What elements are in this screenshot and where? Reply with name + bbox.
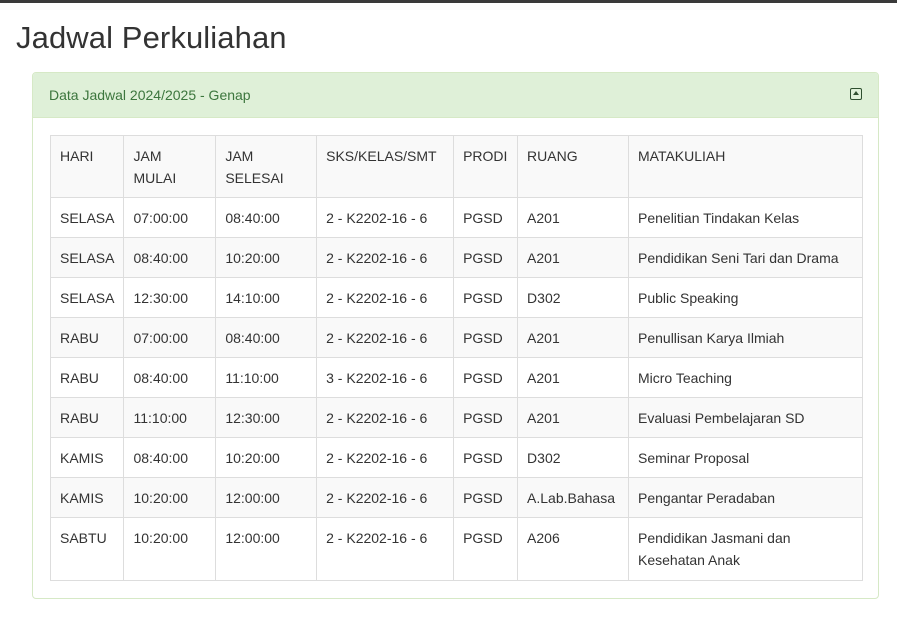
cell-jam-selesai: 12:30:00 xyxy=(215,397,318,438)
cell-jam-mulai: 07:00:00 xyxy=(123,197,217,238)
cell-hari: KAMIS xyxy=(49,477,125,518)
header-row: HARI JAM MULAI JAM SELESAI SKS/KELAS/SMT PRODI… xyxy=(49,135,863,198)
cell-sks-kelas-smt: 2 - K2202-16 - 6 xyxy=(316,437,455,478)
cell-hari: SELASA xyxy=(49,237,125,278)
panel-title: Data Jadwal 2024/2025 - Genap xyxy=(49,87,251,103)
column-header-label: MATAKULIAH xyxy=(638,148,726,164)
table-row: SELASA 08:40:00 10:20:00 2 - K2202-16 - 6 PG… xyxy=(49,237,863,278)
cell-prodi: PGSD xyxy=(453,317,519,358)
cell-matakuliah: Pengantar Peradaban xyxy=(628,477,863,518)
cell-prodi: PGSD xyxy=(453,477,519,518)
cell-prodi: PGSD xyxy=(453,197,519,238)
table-row: SELASA 07:00:00 08:40:00 2 - K2202-16 - 6 PG… xyxy=(49,197,863,238)
cell-hari: SELASA xyxy=(49,277,125,318)
cell-ruang: A201 xyxy=(517,237,629,278)
cell-matakuliah: Evaluasi Pembelajaran SD xyxy=(628,397,863,438)
column-header-label: PRODI xyxy=(463,148,508,164)
schedule-table: HARI JAM MULAI JAM SELESAI SKS/KELAS/SMT PRODI… xyxy=(49,135,863,581)
cell-sks-kelas-smt: 2 - K2202-16 - 6 xyxy=(316,477,455,518)
cell-matakuliah: Public Speaking xyxy=(628,277,863,318)
cell-ruang: A201 xyxy=(517,317,629,358)
cell-jam-mulai: 12:30:00 xyxy=(123,277,217,318)
cell-sks-kelas-smt: 2 - K2202-16 - 6 xyxy=(316,317,455,358)
column-header-label: RUANG xyxy=(527,148,578,164)
cell-sks-kelas-smt: 2 - K2202-16 - 6 xyxy=(316,517,455,581)
table-row: RABU 08:40:00 11:10:00 3 - K2202-16 - 6 PGSD… xyxy=(49,357,863,398)
cell-sks-kelas-smt: 2 - K2202-16 - 6 xyxy=(316,397,455,438)
cell-jam-selesai: 08:40:00 xyxy=(215,197,318,238)
table-row: KAMIS 08:40:00 10:20:00 2 - K2202-16 - 6 PGS… xyxy=(49,437,863,478)
cell-matakuliah: Micro Teaching xyxy=(628,357,863,398)
cell-jam-selesai: 12:00:00 xyxy=(215,517,318,581)
schedule-panel: Data Jadwal 2024/2025 - Genap HARI JAM MUL… xyxy=(32,72,879,599)
cell-jam-selesai: 10:20:00 xyxy=(215,237,318,278)
table-row: RABU 07:00:00 08:40:00 2 - K2202-16 - 6 PGSD… xyxy=(49,317,863,358)
column-header-label: MULAI xyxy=(133,170,177,186)
cell-jam-selesai: 14:10:00 xyxy=(215,277,318,318)
table-row: KAMIS 10:20:00 12:00:00 2 - K2202-16 - 6 PGS… xyxy=(49,477,863,518)
cell-matakuliah: Penullisan Karya Ilmiah xyxy=(628,317,863,358)
cell-jam-selesai: 11:10:00 xyxy=(215,357,318,398)
cell-ruang: A201 xyxy=(517,397,629,438)
column-header-jam-selesai[interactable]: JAM SELESAI xyxy=(215,135,318,198)
cell-jam-mulai: 08:40:00 xyxy=(123,437,217,478)
column-header-matakuliah[interactable]: MATAKULIAH xyxy=(628,135,863,198)
cell-ruang: A206 xyxy=(517,517,629,581)
cell-matakuliah: Seminar Proposal xyxy=(628,437,863,478)
cell-jam-mulai: 10:20:00 xyxy=(123,477,217,518)
cell-jam-mulai: 08:40:00 xyxy=(123,237,217,278)
cell-jam-selesai: 12:00:00 xyxy=(215,477,318,518)
cell-sks-kelas-smt: 2 - K2202-16 - 6 xyxy=(316,277,455,318)
cell-jam-mulai: 08:40:00 xyxy=(123,357,217,398)
cell-sks-kelas-smt: 2 - K2202-16 - 6 xyxy=(316,237,455,278)
cell-ruang: A201 xyxy=(517,197,629,238)
page-title: Jadwal Perkuliahan xyxy=(16,20,287,55)
column-header-ruang[interactable]: RUANG xyxy=(517,135,629,198)
column-header-label: HARI xyxy=(60,148,94,164)
cell-hari: SELASA xyxy=(49,197,125,238)
column-header-label: SELESAI xyxy=(225,170,284,186)
collapse-up-icon[interactable] xyxy=(850,88,862,100)
cell-hari: RABU xyxy=(49,357,125,398)
cell-hari: SABTU xyxy=(49,517,125,581)
cell-matakuliah: Pendidikan Jasmani dan Kesehatan Anak xyxy=(628,517,863,581)
cell-prodi: PGSD xyxy=(453,357,519,398)
cell-jam-mulai: 10:20:00 xyxy=(123,517,217,581)
column-header-sks-kelas-smt[interactable]: SKS/KELAS/SMT xyxy=(316,135,455,198)
table-body: SELASA 07:00:00 08:40:00 2 - K2202-16 - 6 PG… xyxy=(49,197,863,581)
cell-sks-kelas-smt: 3 - K2202-16 - 6 xyxy=(316,357,455,398)
cell-ruang: A201 xyxy=(517,357,629,398)
table-row: SABTU 10:20:00 12:00:00 2 - K2202-16 - 6 PGS… xyxy=(49,517,863,581)
cell-jam-mulai: 11:10:00 xyxy=(123,397,217,438)
cell-ruang: D302 xyxy=(517,277,629,318)
table-row: SELASA 12:30:00 14:10:00 2 - K2202-16 - 6 PG… xyxy=(49,277,863,318)
cell-prodi: PGSD xyxy=(453,517,519,581)
cell-ruang: D302 xyxy=(517,437,629,478)
table-row: RABU 11:10:00 12:30:00 2 - K2202-16 - 6 PGSD… xyxy=(49,397,863,438)
cell-jam-selesai: 08:40:00 xyxy=(215,317,318,358)
cell-prodi: PGSD xyxy=(453,437,519,478)
cell-ruang: A.Lab.Bahasa xyxy=(517,477,629,518)
cell-hari: RABU xyxy=(49,317,125,358)
cell-jam-mulai: 07:00:00 xyxy=(123,317,217,358)
cell-prodi: PGSD xyxy=(453,237,519,278)
panel-heading: Data Jadwal 2024/2025 - Genap xyxy=(33,73,878,118)
cell-matakuliah: Penelitian Tindakan Kelas xyxy=(628,197,863,238)
column-header-hari[interactable]: HARI xyxy=(49,135,125,198)
column-header-label: JAM xyxy=(225,148,254,164)
top-border xyxy=(0,0,897,3)
cell-sks-kelas-smt: 2 - K2202-16 - 6 xyxy=(316,197,455,238)
column-header-label: SKS/KELAS/SMT xyxy=(326,148,437,164)
cell-prodi: PGSD xyxy=(453,397,519,438)
cell-prodi: PGSD xyxy=(453,277,519,318)
table-header: HARI JAM MULAI JAM SELESAI SKS/KELAS/SMT PRODI… xyxy=(49,135,863,198)
column-header-prodi[interactable]: PRODI xyxy=(453,135,519,198)
column-header-jam-mulai[interactable]: JAM MULAI xyxy=(123,135,217,198)
cell-jam-selesai: 10:20:00 xyxy=(215,437,318,478)
cell-hari: RABU xyxy=(49,397,125,438)
column-header-label: JAM xyxy=(133,148,162,164)
cell-hari: KAMIS xyxy=(49,437,125,478)
cell-matakuliah: Pendidikan Seni Tari dan Drama xyxy=(628,237,863,278)
